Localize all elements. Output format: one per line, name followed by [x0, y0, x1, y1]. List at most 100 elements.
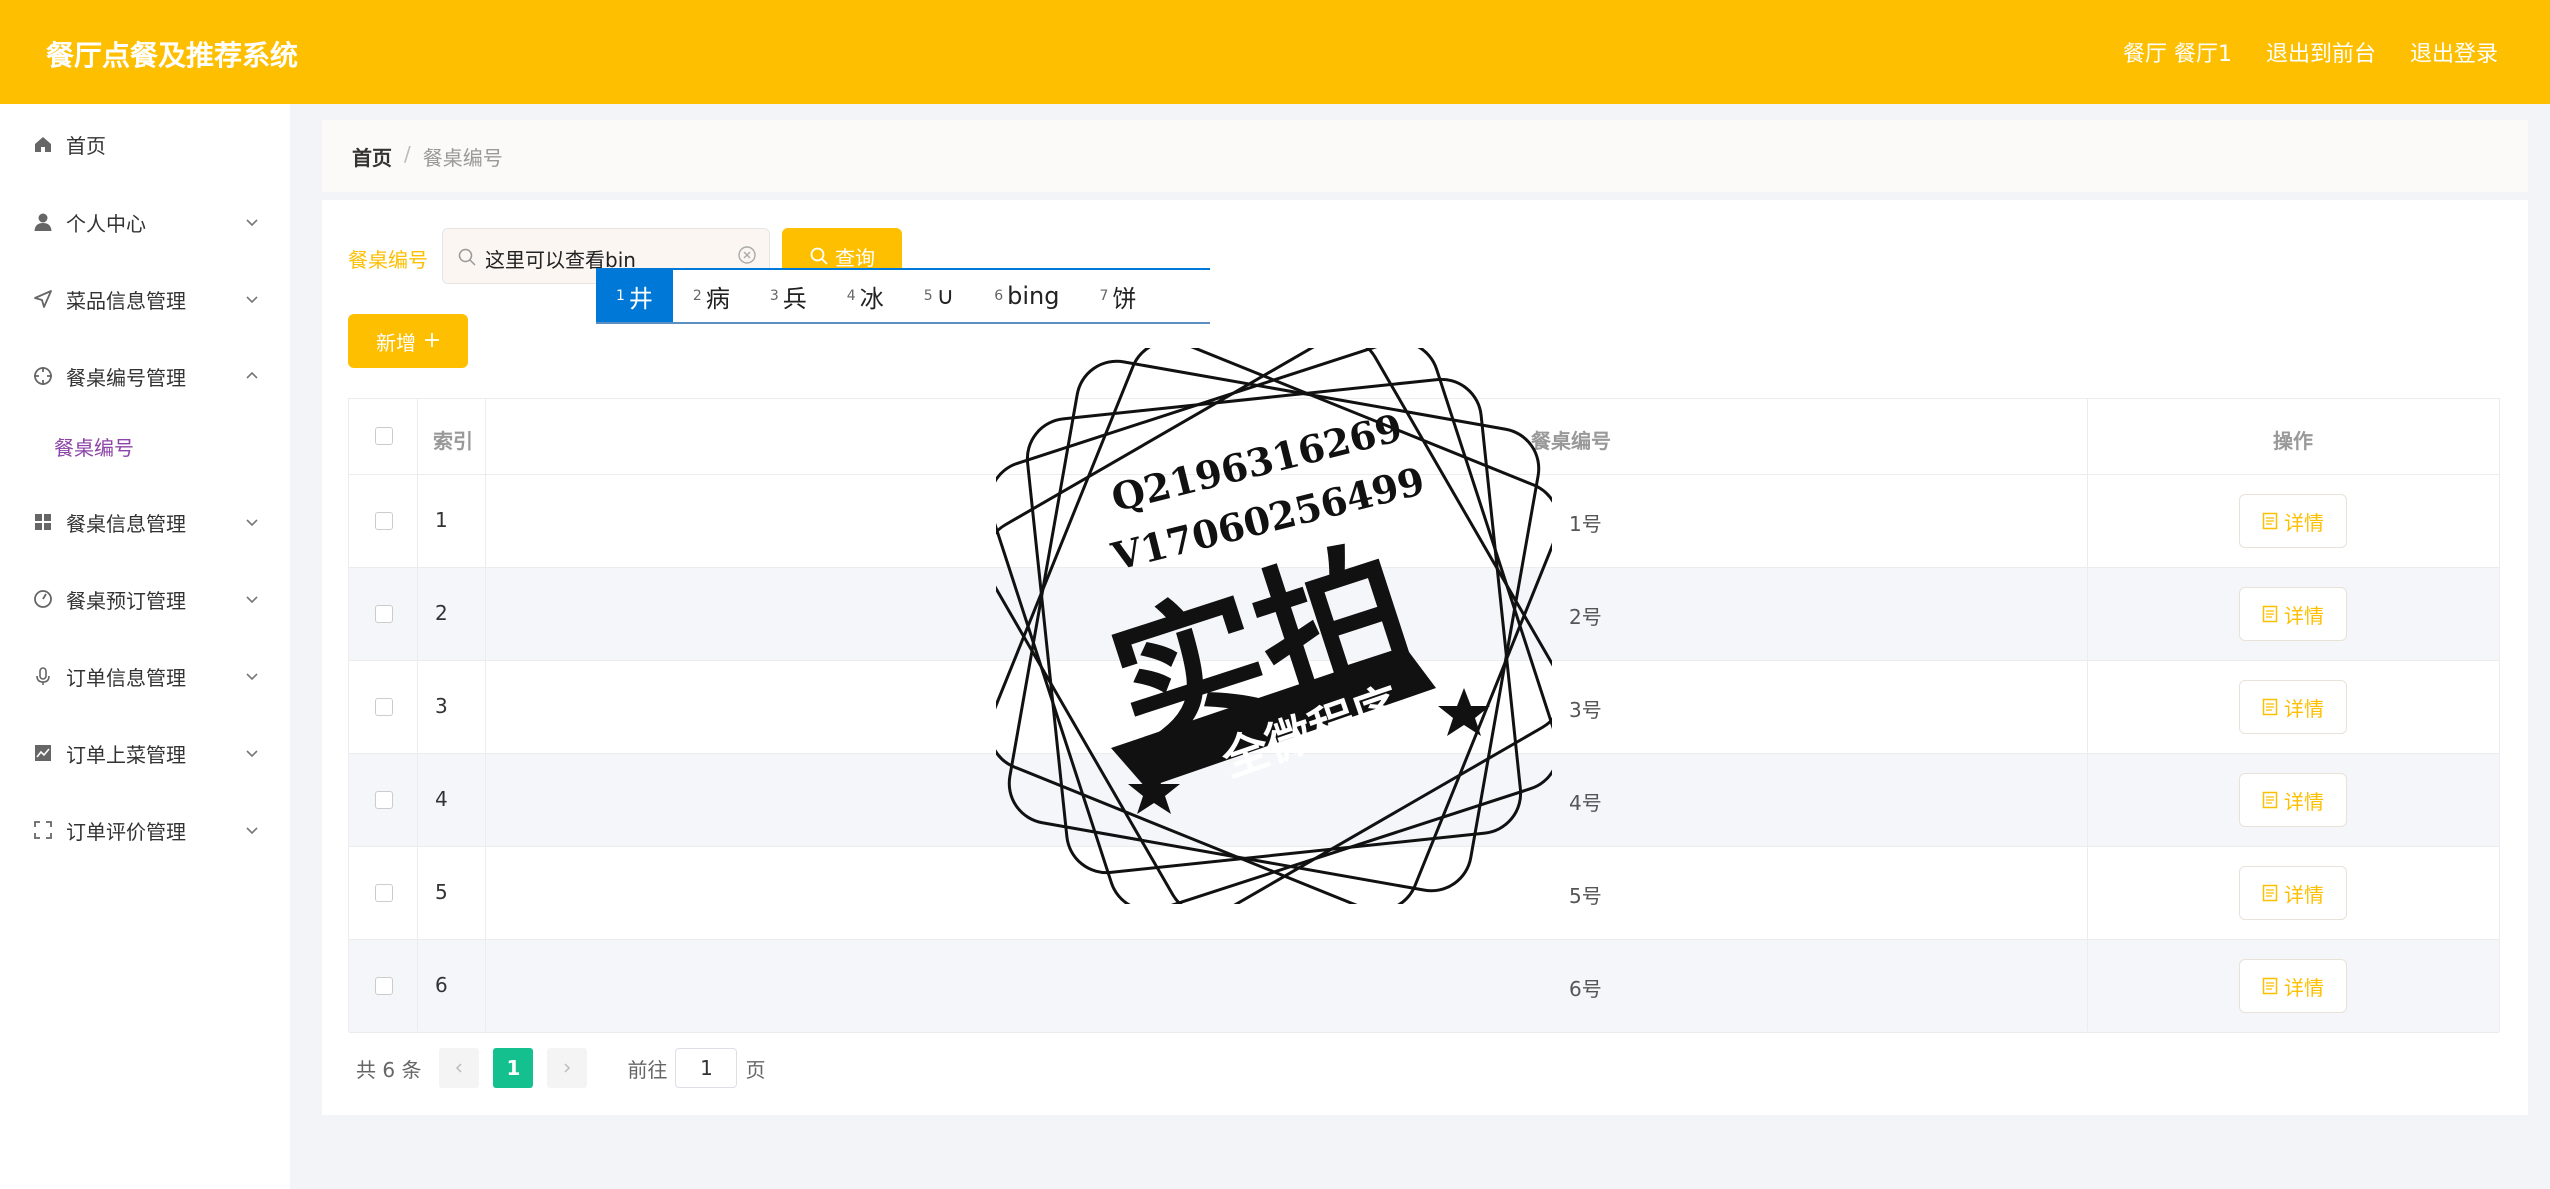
- add-button[interactable]: 新增: [348, 314, 468, 368]
- logout-link[interactable]: 退出登录: [2410, 36, 2498, 68]
- sidebar-item-label: 订单上菜管理: [66, 742, 186, 767]
- ime-candidate[interactable]: 4冰: [827, 270, 904, 322]
- breadcrumb-separator: /: [404, 142, 411, 166]
- ime-candidate-text: bing: [1007, 282, 1060, 310]
- ime-candidate-number: 5: [923, 288, 933, 304]
- row-checkbox[interactable]: [375, 605, 393, 623]
- detail-button-label: 详情: [2284, 603, 2324, 628]
- query-button-label: 查询: [835, 245, 875, 270]
- detail-button[interactable]: 详情: [2239, 587, 2347, 641]
- ime-candidate[interactable]: 2病: [673, 270, 750, 322]
- detail-button[interactable]: 详情: [2239, 959, 2347, 1013]
- sidebar-item-home[interactable]: 首页: [0, 124, 290, 164]
- row-checkbox[interactable]: [375, 791, 393, 809]
- ime-candidate[interactable]: 5 ∪: [904, 270, 975, 322]
- chevron-down-icon: [246, 596, 258, 604]
- ime-candidate-number: 2: [692, 288, 702, 304]
- row-table-number: 1号: [1569, 512, 1602, 536]
- document-icon: [2262, 698, 2278, 716]
- row-checkbox[interactable]: [375, 698, 393, 716]
- row-index: 6: [435, 973, 448, 997]
- chevron-down-icon: [246, 519, 258, 527]
- detail-button-label: 详情: [2284, 975, 2324, 1000]
- chevron-down-icon: [246, 673, 258, 681]
- table-row: 3 3号 详情: [349, 661, 2499, 754]
- sidebar-item-label: 个人中心: [66, 211, 146, 236]
- ime-candidate-number: 4: [846, 288, 856, 304]
- detail-button[interactable]: 详情: [2239, 773, 2347, 827]
- header-actions: 餐厅 餐厅1 退出到前台 退出登录: [2123, 36, 2498, 68]
- top-header: 餐厅点餐及推荐系统 餐厅 餐厅1 退出到前台 退出登录: [0, 0, 2550, 104]
- detail-button[interactable]: 详情: [2239, 680, 2347, 734]
- ime-candidate-text: 病: [705, 284, 730, 313]
- ime-candidate[interactable]: 3兵: [750, 270, 827, 322]
- row-checkbox[interactable]: [375, 512, 393, 530]
- breadcrumb-home[interactable]: 首页: [352, 142, 392, 171]
- current-user: 餐厅 餐厅1: [2122, 42, 2232, 67]
- header-index: 索引: [433, 429, 473, 453]
- breadcrumb: 首页 / 餐桌编号: [352, 142, 503, 171]
- document-icon: [2262, 605, 2278, 623]
- sidebar-item-label: 订单信息管理: [66, 665, 186, 690]
- clear-icon[interactable]: [737, 245, 757, 265]
- goto-page-input[interactable]: 1: [675, 1048, 738, 1088]
- breadcrumb-current: 餐桌编号: [422, 146, 503, 170]
- ime-candidate-text: 井: [628, 284, 653, 313]
- row-index: 5: [435, 880, 448, 904]
- chevron-down-icon: [246, 219, 258, 227]
- row-index: 1: [435, 508, 448, 532]
- chevron-left-icon: [456, 1063, 462, 1073]
- sidebar-item-table-booking[interactable]: 餐桌预订管理: [0, 579, 290, 619]
- chevron-up-icon: [246, 371, 258, 379]
- next-page-button[interactable]: [547, 1048, 588, 1088]
- detail-button-label: 详情: [2284, 696, 2324, 721]
- sidebar-item-reviews[interactable]: 订单评价管理: [0, 810, 290, 850]
- row-checkbox[interactable]: [375, 884, 393, 902]
- document-icon: [2262, 791, 2278, 809]
- add-button-label: 新增: [376, 330, 416, 355]
- sidebar-item-serving[interactable]: 订单上菜管理: [0, 733, 290, 773]
- ime-candidate-text: 冰: [859, 284, 884, 313]
- submenu-item-table-number[interactable]: 餐桌编号: [54, 432, 134, 461]
- breadcrumb-bar: 首页 / 餐桌编号: [322, 120, 2528, 192]
- sidebar-item-table-number[interactable]: 餐桌编号管理: [0, 356, 290, 396]
- row-table-number: 6号: [1569, 977, 1602, 1001]
- sidebar-item-label: 餐桌预订管理: [66, 588, 186, 613]
- ime-candidate[interactable]: 6 bing: [974, 270, 1079, 322]
- sidebar-item-label: 菜品信息管理: [66, 288, 186, 313]
- to-front-link[interactable]: 退出到前台: [2266, 36, 2376, 68]
- header-table-number: 餐桌编号: [1531, 429, 1611, 453]
- home-icon: [32, 133, 54, 155]
- detail-button-label: 详情: [2284, 789, 2324, 814]
- goto-label: 前往: [627, 1057, 668, 1082]
- row-checkbox[interactable]: [375, 977, 393, 995]
- sidebar-item-table-info[interactable]: 餐桌信息管理: [0, 502, 290, 542]
- ime-candidate[interactable]: 1井: [596, 270, 673, 322]
- page-number-current[interactable]: 1: [493, 1048, 534, 1088]
- chevron-down-icon: [246, 296, 258, 304]
- search-icon: [458, 248, 476, 266]
- send-icon: [32, 288, 54, 310]
- select-all-checkbox[interactable]: [375, 427, 393, 445]
- detail-button[interactable]: 详情: [2239, 494, 2347, 548]
- header-actions: 操作: [2273, 429, 2313, 453]
- sidebar-item-orders[interactable]: 订单信息管理: [0, 656, 290, 696]
- document-icon: [2262, 512, 2278, 530]
- chart-icon: [32, 742, 54, 764]
- sidebar: 首页 个人中心 菜品信息管理 餐桌编号管理 餐桌编号 餐桌信息管理 餐桌预订管理: [0, 104, 290, 1189]
- detail-button[interactable]: 详情: [2239, 866, 2347, 920]
- ime-candidate[interactable]: 7饼: [1079, 270, 1156, 322]
- gauge-icon: [32, 588, 54, 610]
- sidebar-item-label: 餐桌信息管理: [66, 511, 186, 536]
- sidebar-item-profile[interactable]: 个人中心: [0, 202, 290, 242]
- document-icon: [2262, 977, 2278, 995]
- ime-candidate-number: 3: [769, 288, 779, 304]
- detail-button-label: 详情: [2284, 510, 2324, 535]
- table-header-row: 索引 餐桌编号 操作: [349, 399, 2499, 475]
- search-label: 餐桌编号: [348, 248, 428, 272]
- page-suffix-label: 页: [745, 1057, 766, 1082]
- row-index: 2: [435, 601, 448, 625]
- sidebar-item-dishes[interactable]: 菜品信息管理: [0, 279, 290, 319]
- prev-page-button[interactable]: [439, 1048, 480, 1088]
- app-title: 餐厅点餐及推荐系统: [46, 39, 299, 72]
